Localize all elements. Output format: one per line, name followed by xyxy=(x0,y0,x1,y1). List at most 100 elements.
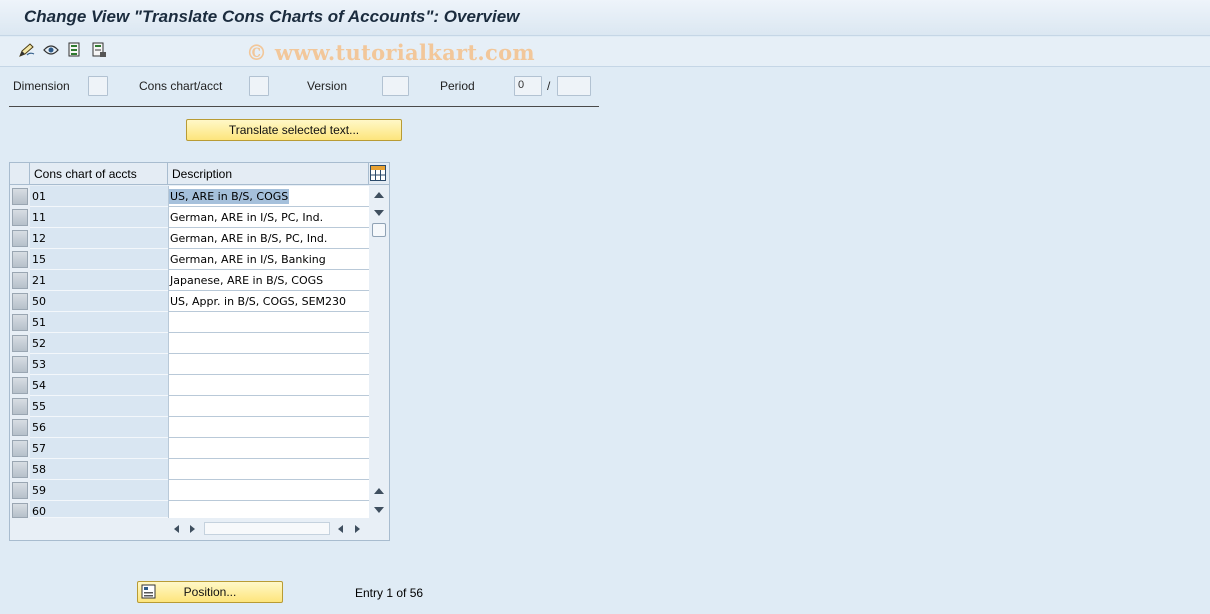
vertical-scrollbar[interactable] xyxy=(370,186,388,519)
cons-chart-cell: 58 xyxy=(30,459,168,480)
description-text xyxy=(169,442,170,455)
dimension-label: Dimension xyxy=(13,79,70,93)
page-title: Change View "Translate Cons Charts of Ac… xyxy=(24,7,520,26)
table-row[interactable]: 53 xyxy=(10,354,369,375)
other-view-icon[interactable] xyxy=(42,41,60,59)
table-settings-icon[interactable] xyxy=(370,165,386,181)
table-row[interactable]: 12 German, ARE in B/S, PC, Ind. xyxy=(10,228,369,249)
description-text xyxy=(169,400,170,413)
dimension-field[interactable] xyxy=(88,76,108,96)
watermark: © www.tutorialkart.com xyxy=(246,40,535,65)
row-selector[interactable] xyxy=(12,209,28,226)
version-field[interactable] xyxy=(382,76,409,96)
application-toolbar: © www.tutorialkart.com xyxy=(0,37,1210,67)
row-selector[interactable] xyxy=(12,377,28,394)
description-cell[interactable]: US, Appr. in B/S, COGS, SEM230 xyxy=(168,291,369,312)
description-cell[interactable]: Japanese, ARE in B/S, COGS xyxy=(168,270,369,291)
table-row[interactable]: 56 xyxy=(10,417,369,438)
cons-chart-cell: 50 xyxy=(30,291,168,312)
row-selector[interactable] xyxy=(12,398,28,415)
description-cell[interactable] xyxy=(168,459,369,480)
select-all-icon[interactable] xyxy=(66,41,84,59)
description-cell[interactable]: US, ARE in B/S, COGS xyxy=(168,186,369,207)
scroll-page-up-icon[interactable] xyxy=(374,488,384,494)
period-field[interactable]: 0 xyxy=(514,76,542,96)
description-text xyxy=(169,505,170,518)
description-text: German, ARE in I/S, Banking xyxy=(170,253,326,266)
scroll-far-left-icon[interactable] xyxy=(338,525,343,533)
row-selector[interactable] xyxy=(12,503,28,518)
header-separator xyxy=(9,106,599,107)
description-cell[interactable]: German, ARE in I/S, Banking xyxy=(168,249,369,270)
cons-chart-cell: 51 xyxy=(30,312,168,333)
table-row[interactable]: 57 xyxy=(10,438,369,459)
description-text xyxy=(169,379,170,392)
description-text: German, ARE in B/S, PC, Ind. xyxy=(170,232,328,245)
description-text xyxy=(169,463,170,476)
fiscal-year-field[interactable] xyxy=(557,76,591,96)
horizontal-scroll-track[interactable] xyxy=(204,522,330,535)
position-button-label: Position... xyxy=(183,585,237,599)
description-cell[interactable]: German, ARE in B/S, PC, Ind. xyxy=(168,228,369,249)
row-selector[interactable] xyxy=(12,335,28,352)
description-cell[interactable] xyxy=(168,480,369,501)
table-row[interactable]: 50 US, Appr. in B/S, COGS, SEM230 xyxy=(10,291,369,312)
table-row[interactable]: 52 xyxy=(10,333,369,354)
row-selector[interactable] xyxy=(12,230,28,247)
scroll-left-icon[interactable] xyxy=(174,525,179,533)
row-selector[interactable] xyxy=(12,251,28,268)
cons-chart-cell: 15 xyxy=(30,249,168,270)
scroll-thumb[interactable] xyxy=(372,223,386,237)
row-selector[interactable] xyxy=(12,419,28,436)
cons-chart-cell: 11 xyxy=(30,207,168,228)
cons-chart-cell: 52 xyxy=(30,333,168,354)
row-selector[interactable] xyxy=(12,293,28,310)
select-all-rows-corner[interactable] xyxy=(10,163,30,185)
table-row[interactable]: 58 xyxy=(10,459,369,480)
horizontal-scrollbar[interactable] xyxy=(168,521,368,537)
row-selector[interactable] xyxy=(12,272,28,289)
description-text xyxy=(169,484,170,497)
table-row[interactable]: 51 xyxy=(10,312,369,333)
table-row[interactable]: 54 xyxy=(10,375,369,396)
deselect-all-icon[interactable] xyxy=(90,41,108,59)
row-selector[interactable] xyxy=(12,440,28,457)
column-header-description[interactable]: Description xyxy=(168,163,369,185)
scroll-up-icon[interactable] xyxy=(374,192,384,198)
cons-chart-label: Cons chart/acct xyxy=(139,79,223,93)
description-cell[interactable] xyxy=(168,333,369,354)
description-cell[interactable] xyxy=(168,417,369,438)
table-row[interactable]: 01 US, ARE in B/S, COGS xyxy=(10,186,369,207)
column-header-cons-chart[interactable]: Cons chart of accts xyxy=(30,163,168,185)
table-row[interactable]: 21 Japanese, ARE in B/S, COGS xyxy=(10,270,369,291)
row-selector[interactable] xyxy=(12,188,28,205)
scroll-far-right-icon[interactable] xyxy=(355,525,360,533)
description-cell[interactable] xyxy=(168,354,369,375)
row-selector[interactable] xyxy=(12,461,28,478)
table-row[interactable]: 11 German, ARE in I/S, PC, Ind. xyxy=(10,207,369,228)
position-button[interactable]: Position... xyxy=(137,581,283,603)
description-cell[interactable] xyxy=(168,438,369,459)
change-display-icon[interactable] xyxy=(18,41,36,59)
description-text: Japanese, ARE in B/S, COGS xyxy=(170,274,324,287)
row-selector[interactable] xyxy=(12,314,28,331)
description-cell[interactable] xyxy=(168,375,369,396)
table-row[interactable]: 59 xyxy=(10,480,369,501)
scroll-page-down-icon[interactable] xyxy=(374,507,384,513)
row-selector[interactable] xyxy=(12,356,28,373)
description-cell[interactable] xyxy=(168,396,369,417)
table-row[interactable]: 55 xyxy=(10,396,369,417)
description-cell[interactable]: German, ARE in I/S, PC, Ind. xyxy=(168,207,369,228)
scroll-down-icon[interactable] xyxy=(374,210,384,216)
cons-chart-cell: 54 xyxy=(30,375,168,396)
cons-chart-field[interactable] xyxy=(249,76,269,96)
table-row[interactable]: 15 German, ARE in I/S, Banking xyxy=(10,249,369,270)
row-selector[interactable] xyxy=(12,482,28,499)
description-text xyxy=(169,421,170,434)
description-cell[interactable] xyxy=(168,312,369,333)
translate-selected-text-button[interactable]: Translate selected text... xyxy=(186,119,402,141)
scroll-right-icon[interactable] xyxy=(190,525,195,533)
table-row[interactable]: 60 xyxy=(10,501,369,518)
description-text: German, ARE in I/S, PC, Ind. xyxy=(170,211,324,224)
description-cell[interactable] xyxy=(168,501,369,518)
